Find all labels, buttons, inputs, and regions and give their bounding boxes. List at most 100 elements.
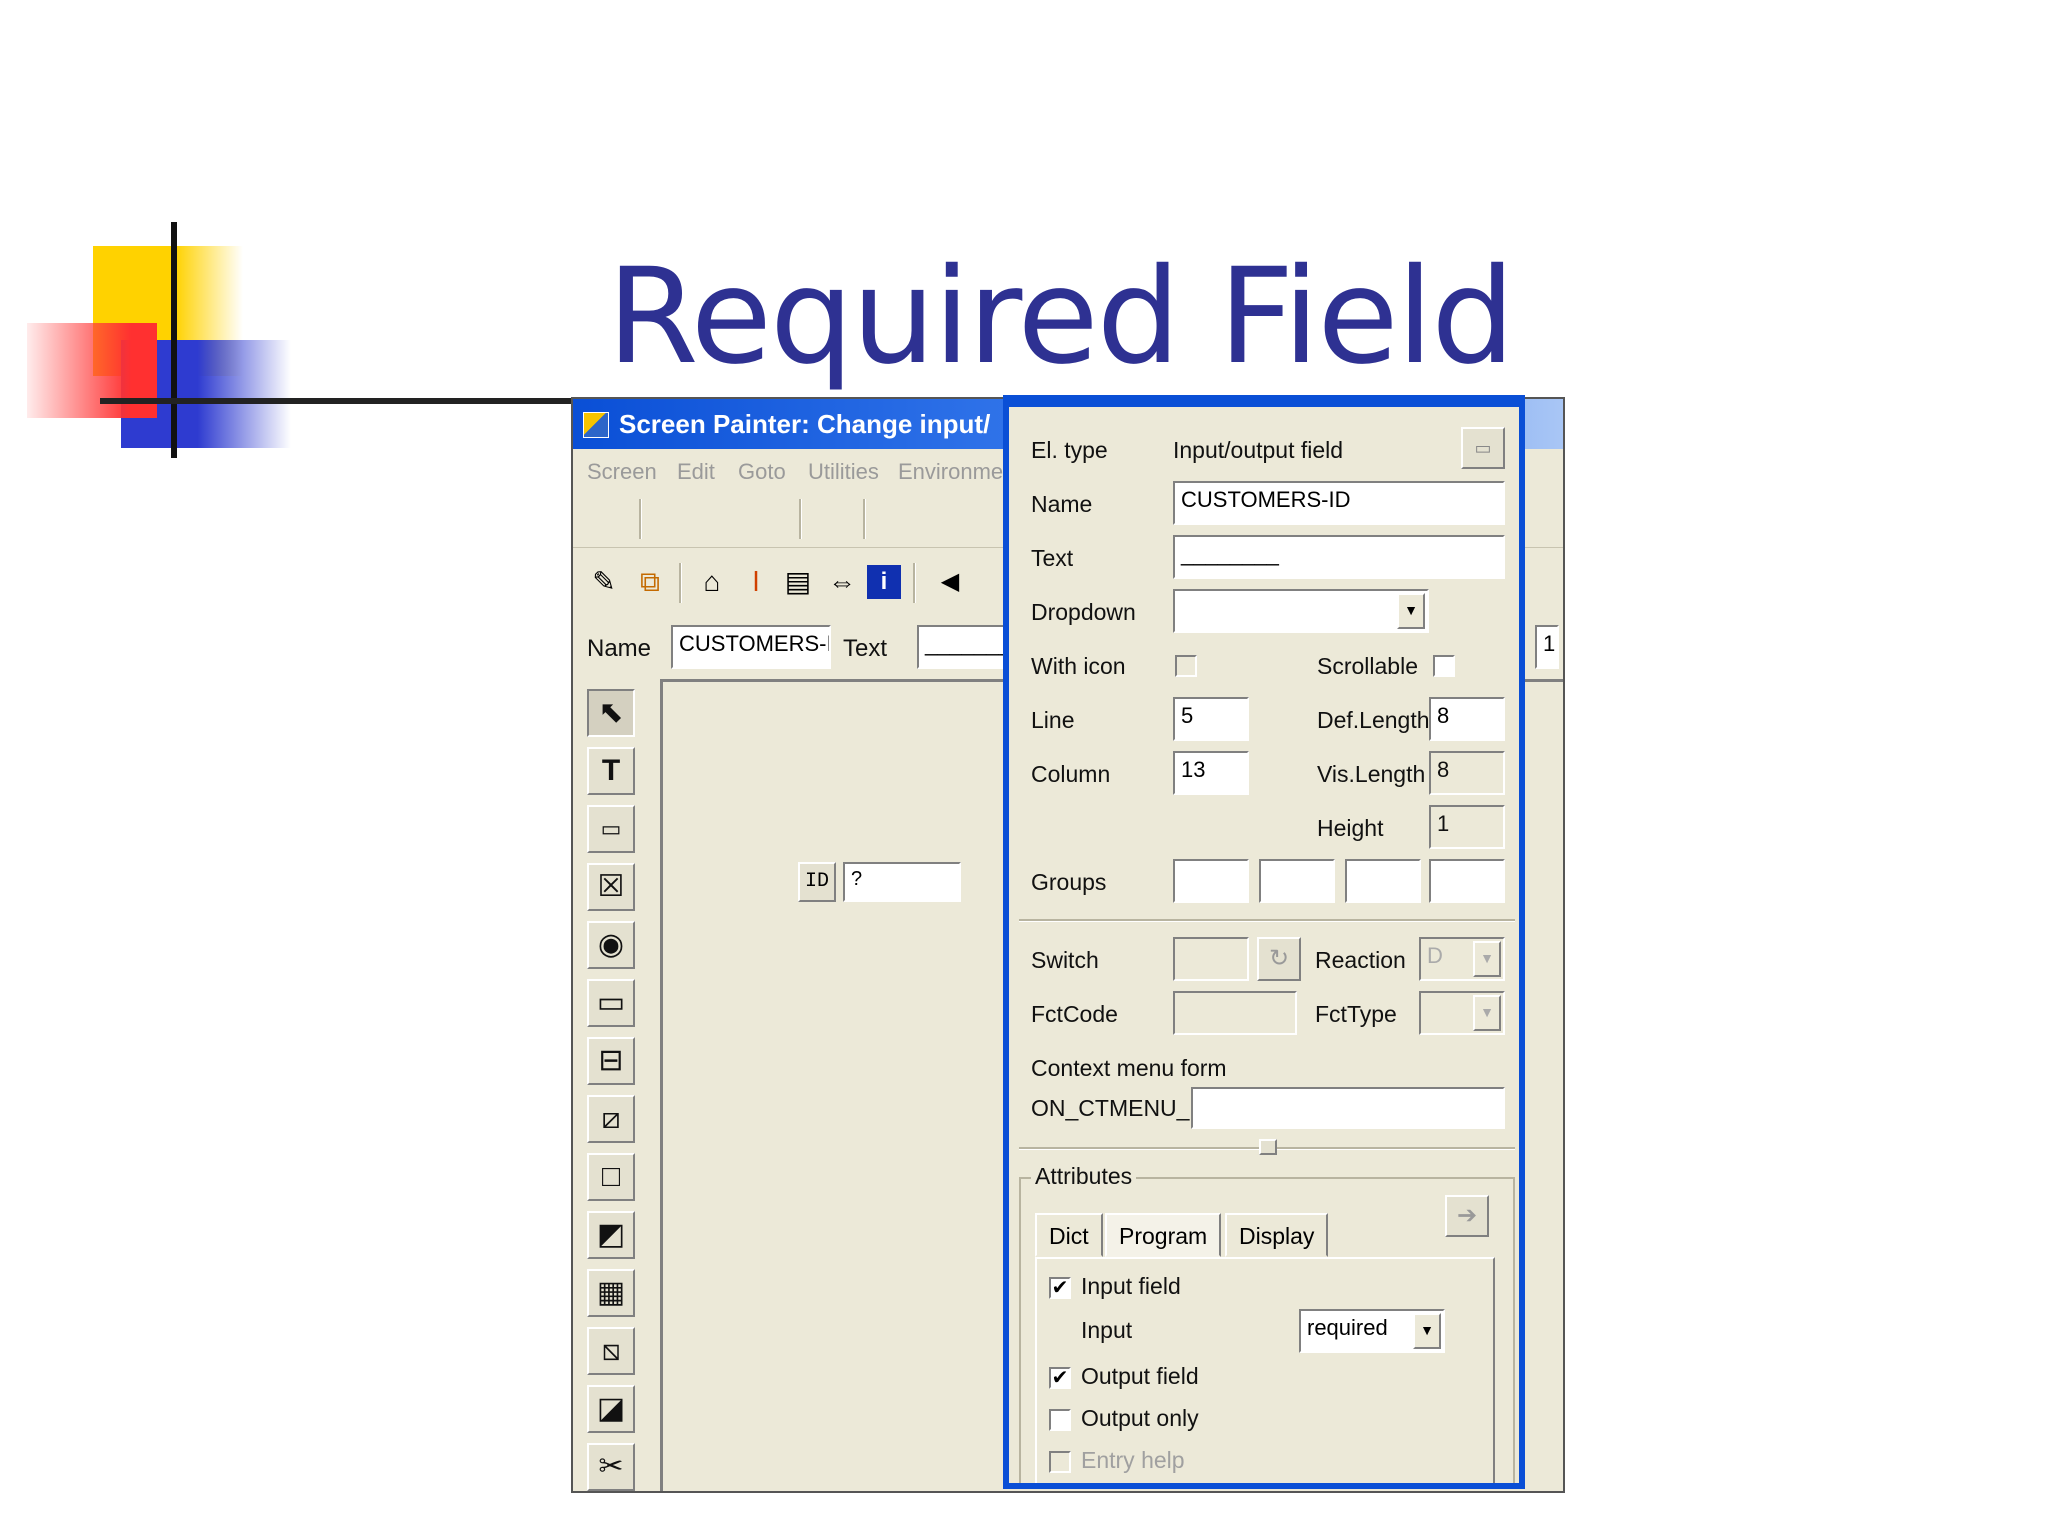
group-1-input[interactable] <box>1173 859 1249 903</box>
height-label: Height <box>1317 815 1384 841</box>
tab-program[interactable]: Program <box>1105 1213 1222 1257</box>
input-field-checkbox[interactable]: ✔ <box>1049 1277 1071 1299</box>
fctcode-label: FctCode <box>1031 1001 1118 1027</box>
group-3-input[interactable] <box>1345 859 1421 903</box>
groups-label: Groups <box>1031 869 1107 895</box>
id-input-element[interactable]: ? <box>843 862 961 902</box>
dictionary-fields-icon[interactable]: ▤ <box>781 565 815 599</box>
dropdown-select[interactable]: ▼ <box>1173 589 1429 633</box>
chevron-down-icon[interactable]: ▼ <box>1413 1313 1441 1349</box>
on-ctmenu-label: ON_CTMENU_ <box>1031 1095 1190 1121</box>
group-2-input[interactable] <box>1259 859 1335 903</box>
toolbar-separator <box>913 563 916 603</box>
attributes-group: Attributes ➔ Dict Program Display ✔ Inpu… <box>1019 1163 1515 1483</box>
attribute-tabs: Dict Program Display <box>1035 1213 1335 1257</box>
radio-button-icon[interactable]: ◉ <box>587 921 635 969</box>
flow-logic-icon[interactable]: ⇔ <box>825 565 859 599</box>
pushbutton-icon[interactable]: ▭ <box>587 979 635 1027</box>
vis-length-label: Vis.Length <box>1317 761 1426 787</box>
text-input[interactable]: ________ <box>917 625 1017 669</box>
name-input[interactable]: CUSTOMERS-ID <box>1173 481 1505 525</box>
pencil-icon[interactable]: ǀ <box>739 565 773 599</box>
name-label: Name <box>1031 491 1093 517</box>
hierarchy-icon[interactable]: ⌂ <box>695 565 729 599</box>
reaction-select[interactable]: D ▼ <box>1419 937 1505 981</box>
table-wizard-icon[interactable]: ⧅ <box>587 1327 635 1375</box>
fctcode-input[interactable] <box>1173 991 1297 1035</box>
fcttype-label: FctType <box>1315 1001 1397 1027</box>
app-icon <box>583 412 609 438</box>
reaction-label: Reaction <box>1315 947 1406 973</box>
chevron-down-icon[interactable]: ▼ <box>1473 941 1501 977</box>
box-icon[interactable]: □ <box>587 1153 635 1201</box>
toolbar-separator <box>639 499 642 539</box>
line-input[interactable]: 5 <box>1173 697 1249 741</box>
copy-element-icon[interactable]: ⧉ <box>633 565 667 599</box>
element-list-icon[interactable]: ▭ <box>1461 427 1505 469</box>
toggle-edit-icon[interactable]: ✎ <box>587 565 621 599</box>
tab-panel-program: ✔ Input field Input required ▼ ✔ Output … <box>1035 1257 1495 1483</box>
switch-label: Switch <box>1031 947 1099 973</box>
output-only-checkbox[interactable] <box>1049 1409 1071 1431</box>
divider <box>1019 919 1515 922</box>
chevron-down-icon[interactable]: ▼ <box>1397 593 1425 629</box>
name-input[interactable]: CUSTOMERS-II <box>671 625 831 669</box>
vis-length-input[interactable]: 8 <box>1429 751 1505 795</box>
toolbar-separator <box>863 499 866 539</box>
menu-utilities[interactable]: Utilities <box>808 459 879 485</box>
custom-control-icon[interactable]: ◪ <box>587 1385 635 1433</box>
checkbox-icon[interactable]: ☒ <box>587 863 635 911</box>
tab-strip-wizard-icon[interactable]: ⧄ <box>587 1095 635 1143</box>
menu-goto[interactable]: Goto <box>738 459 786 485</box>
scrollable-checkbox[interactable] <box>1433 655 1455 677</box>
text-label: Text <box>1031 545 1074 571</box>
group-4-input[interactable] <box>1429 859 1505 903</box>
status-icon[interactable]: ✂ <box>587 1443 635 1491</box>
toolbar-separator <box>799 499 802 539</box>
text-field-icon[interactable]: T <box>587 747 635 795</box>
height-input[interactable]: 1 <box>1429 805 1505 849</box>
toolbar-separator <box>679 563 682 603</box>
line-label: Line <box>1031 707 1075 733</box>
on-ctmenu-input[interactable] <box>1191 1087 1505 1129</box>
attributes-label: Attributes <box>1031 1163 1137 1190</box>
text-label: Text <box>843 635 888 662</box>
collapse-left-icon[interactable]: ◀ <box>933 565 967 599</box>
tab-strip-icon[interactable]: ⊟ <box>587 1037 635 1085</box>
switch-input[interactable] <box>1173 937 1249 981</box>
menu-screen[interactable]: Screen <box>587 459 657 485</box>
input-select[interactable]: required ▼ <box>1299 1309 1445 1353</box>
element-palette: ⬉ T ▭ ☒ ◉ ▭ ⊟ ⧄ □ ◩ ▦ ⧅ ◪ ✂ <box>583 689 643 1491</box>
pointer-icon[interactable]: ⬉ <box>587 689 635 737</box>
right-edge-field[interactable]: 1 <box>1535 625 1559 669</box>
def-length-input[interactable]: 8 <box>1429 697 1505 741</box>
el-type-label: El. type <box>1031 437 1108 463</box>
switch-assign-icon[interactable]: ↻ <box>1257 937 1301 981</box>
attributes-dialog: El. type Input/output field ▭ Name CUSTO… <box>1003 395 1525 1489</box>
splitter-handle[interactable] <box>1259 1139 1277 1155</box>
output-field-checkbox[interactable]: ✔ <box>1049 1367 1071 1389</box>
id-label-element[interactable]: ID <box>798 862 836 902</box>
with-icon-checkbox[interactable] <box>1175 655 1197 677</box>
column-input[interactable]: 13 <box>1173 751 1249 795</box>
tab-dict[interactable]: Dict <box>1035 1213 1103 1257</box>
fcttype-select[interactable]: ▼ <box>1419 991 1505 1035</box>
subscreen-icon[interactable]: ◩ <box>587 1211 635 1259</box>
output-only-label: Output only <box>1081 1405 1199 1431</box>
el-type-value: Input/output field <box>1173 437 1344 463</box>
input-field-icon[interactable]: ▭ <box>587 805 635 853</box>
tab-display[interactable]: Display <box>1225 1213 1329 1257</box>
chevron-down-icon[interactable]: ▼ <box>1473 995 1501 1031</box>
name-label: Name <box>587 635 652 662</box>
info-icon[interactable]: i <box>867 565 901 599</box>
table-control-icon[interactable]: ▦ <box>587 1269 635 1317</box>
menu-edit[interactable]: Edit <box>677 459 715 485</box>
scrollable-label: Scrollable <box>1317 653 1418 679</box>
text-input[interactable]: ________ <box>1173 535 1505 579</box>
menu-environment[interactable]: Environmen <box>898 459 1015 485</box>
input-label: Input <box>1081 1317 1133 1343</box>
with-icon-label: With icon <box>1031 653 1126 679</box>
arrow-right-icon[interactable]: ➔ <box>1445 1195 1489 1237</box>
slide-title: Required Field <box>606 240 1515 394</box>
input-value: required <box>1307 1315 1388 1340</box>
